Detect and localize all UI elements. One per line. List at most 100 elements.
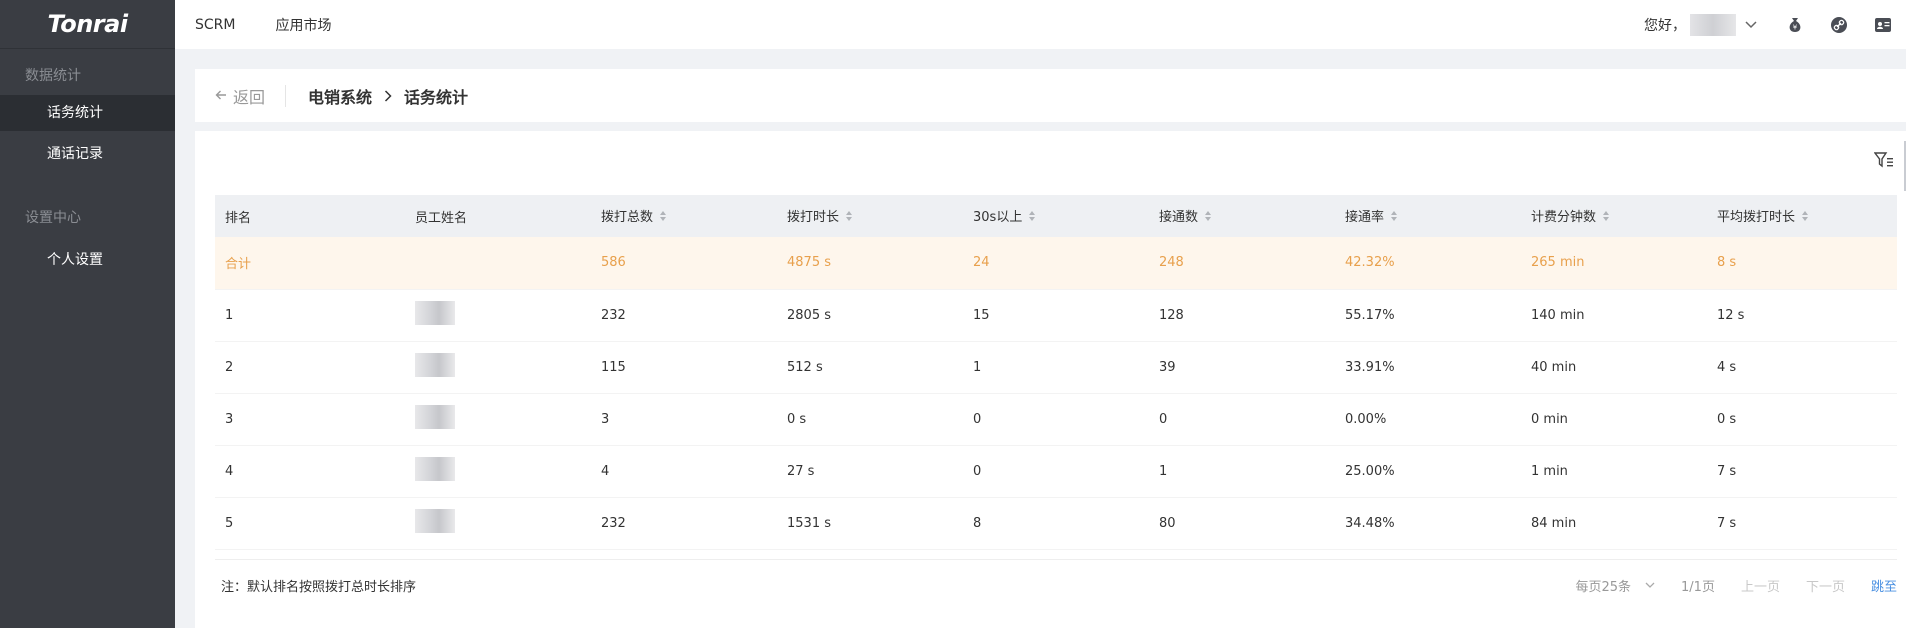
breadcrumb: 返回 电销系统 话务统计 bbox=[195, 69, 1906, 122]
employee-name-redacted bbox=[415, 353, 455, 377]
filter-icon[interactable] bbox=[1873, 151, 1896, 173]
column-header[interactable]: 计费分钟数 bbox=[1521, 195, 1707, 237]
prev-page-button[interactable]: 上一页 bbox=[1741, 576, 1780, 595]
svg-text:¥: ¥ bbox=[1793, 23, 1798, 31]
table-cell: 1 bbox=[225, 307, 234, 323]
table-cell: 5 bbox=[225, 515, 234, 531]
column-header: 员工姓名 bbox=[405, 195, 591, 237]
sort-icon[interactable] bbox=[659, 210, 667, 226]
sort-icon[interactable] bbox=[1028, 210, 1036, 226]
column-header-label: 排名 bbox=[225, 210, 252, 226]
page-size-label: 每页25条 bbox=[1575, 580, 1632, 595]
table-cell: 1531 s bbox=[787, 515, 831, 531]
sort-icon[interactable] bbox=[1602, 210, 1610, 226]
money-bag-icon[interactable]: ¥ bbox=[1784, 14, 1806, 36]
table-cell: 0 s bbox=[1717, 411, 1737, 427]
pagination: 每页25条 1/1页 上一页 下一页 跳至 bbox=[1575, 576, 1897, 595]
table-cell: 42.32% bbox=[1345, 255, 1395, 271]
employee-name-redacted bbox=[415, 509, 455, 533]
sort-icon[interactable] bbox=[1390, 210, 1398, 226]
column-header-label: 平均拨打时长 bbox=[1717, 210, 1796, 226]
nav-link-app-market[interactable]: 应用市场 bbox=[275, 15, 331, 35]
sort-icon[interactable] bbox=[845, 210, 853, 226]
sidebar-item-call-records[interactable]: 通话记录 bbox=[0, 131, 175, 177]
greeting-text: 您好， bbox=[1644, 17, 1686, 34]
table-cell: 4 s bbox=[1717, 359, 1737, 375]
table-cell: 1 bbox=[1159, 463, 1168, 479]
logo: Tonrai bbox=[0, 0, 175, 49]
table-cell: 2805 s bbox=[787, 307, 831, 323]
stats-table: 排名 员工姓名 拨打总数 拨打时长 30s以上 接通数 接通率 计费分钟数 平均拨打时长 合计 5… bbox=[215, 195, 1897, 550]
chevron-down-icon[interactable] bbox=[1740, 14, 1762, 36]
chevron-right-icon bbox=[384, 89, 392, 102]
table-cell: 4875 s bbox=[787, 255, 831, 271]
table-cell: 248 bbox=[1159, 255, 1184, 271]
column-header[interactable]: 平均拨打时长 bbox=[1707, 195, 1897, 237]
column-header-label: 拨打时长 bbox=[787, 210, 840, 226]
table-cell: 33.91% bbox=[1345, 359, 1395, 375]
nav-section-data-stats: 数据统计 bbox=[25, 68, 81, 84]
table-cell: 24 bbox=[973, 255, 990, 271]
sidebar-item-personal-settings[interactable]: 个人设置 bbox=[0, 237, 175, 283]
column-header[interactable]: 接通数 bbox=[1149, 195, 1335, 237]
table-row: 5 232 1531 s 8 80 34.48% 84 min 7 s bbox=[215, 497, 1897, 549]
employee-name-redacted bbox=[415, 405, 455, 429]
table-cell: 0 bbox=[973, 463, 982, 479]
back-label: 返回 bbox=[233, 87, 266, 107]
table-footer: 注：默认排名按照拨打总时长排序 每页25条 1/1页 上一页 下一页 跳至 bbox=[215, 559, 1897, 611]
table-cell: 140 min bbox=[1531, 307, 1585, 323]
table-cell: 128 bbox=[1159, 307, 1184, 323]
table-cell: 39 bbox=[1159, 359, 1176, 375]
table-cell: 0.00% bbox=[1345, 411, 1387, 427]
table-cell: 55.17% bbox=[1345, 307, 1395, 323]
table-cell: 27 s bbox=[787, 463, 815, 479]
table-cell: 8 bbox=[973, 515, 982, 531]
table-cell: 115 bbox=[601, 359, 626, 375]
page-size-select[interactable]: 每页25条 bbox=[1575, 576, 1655, 595]
column-header-label: 接通率 bbox=[1345, 210, 1385, 226]
sort-icon[interactable] bbox=[1204, 210, 1212, 226]
employee-name-cell bbox=[405, 445, 591, 497]
main-panel: 排名 员工姓名 拨打总数 拨打时长 30s以上 接通数 接通率 计费分钟数 平均拨打时长 合计 5… bbox=[195, 131, 1906, 628]
table-cell: 0 bbox=[1159, 411, 1168, 427]
table-cell: 合计 bbox=[225, 257, 252, 273]
table-cell: 7 s bbox=[1717, 463, 1737, 479]
back-button[interactable]: 返回 bbox=[195, 84, 287, 107]
table-cell: 586 bbox=[601, 255, 626, 271]
table-cell: 1 bbox=[973, 359, 982, 375]
employee-name-redacted bbox=[415, 457, 455, 481]
table-cell: 3 bbox=[601, 411, 610, 427]
jump-to-button[interactable]: 跳至 bbox=[1871, 576, 1897, 595]
table-cell: 80 bbox=[1159, 515, 1176, 531]
table-cell: 4 bbox=[225, 463, 234, 479]
table-cell: 40 min bbox=[1531, 359, 1577, 375]
next-page-button[interactable]: 下一页 bbox=[1806, 576, 1845, 595]
column-header: 排名 bbox=[215, 195, 405, 237]
sort-icon[interactable] bbox=[1801, 210, 1809, 226]
table-cell: 265 min bbox=[1531, 255, 1585, 271]
table-cell: 84 min bbox=[1531, 515, 1577, 531]
table-cell: 4 bbox=[601, 463, 610, 479]
breadcrumb-parent[interactable]: 电销系统 bbox=[308, 84, 372, 108]
nav-link-scrm[interactable]: SCRM bbox=[195, 17, 235, 33]
table-cell: 0 min bbox=[1531, 411, 1568, 427]
table-row: 4 4 27 s 0 1 25.00% 1 min 7 s bbox=[215, 445, 1897, 497]
column-header[interactable]: 接通率 bbox=[1335, 195, 1521, 237]
table-row: 1 232 2805 s 15 128 55.17% 140 min 12 s bbox=[215, 289, 1897, 341]
column-header[interactable]: 拨打时长 bbox=[777, 195, 963, 237]
column-header[interactable]: 拨打总数 bbox=[591, 195, 777, 237]
table-cell: 7 s bbox=[1717, 515, 1737, 531]
column-header-label: 接通数 bbox=[1159, 210, 1199, 226]
sort-note: 注：默认排名按照拨打总时长排序 bbox=[221, 580, 417, 595]
table-cell: 1 min bbox=[1531, 463, 1568, 479]
column-header[interactable]: 30s以上 bbox=[963, 195, 1149, 237]
table-cell: 232 bbox=[601, 307, 626, 323]
link-icon[interactable] bbox=[1828, 14, 1850, 36]
table-cell: 232 bbox=[601, 515, 626, 531]
sidebar-item-call-stats[interactable]: 话务统计 bbox=[0, 95, 175, 131]
contact-card-icon[interactable] bbox=[1872, 14, 1894, 36]
table-cell: 2 bbox=[225, 359, 234, 375]
employee-name-cell bbox=[405, 289, 591, 341]
table-cell: 34.48% bbox=[1345, 515, 1395, 531]
table-cell bbox=[405, 237, 591, 289]
